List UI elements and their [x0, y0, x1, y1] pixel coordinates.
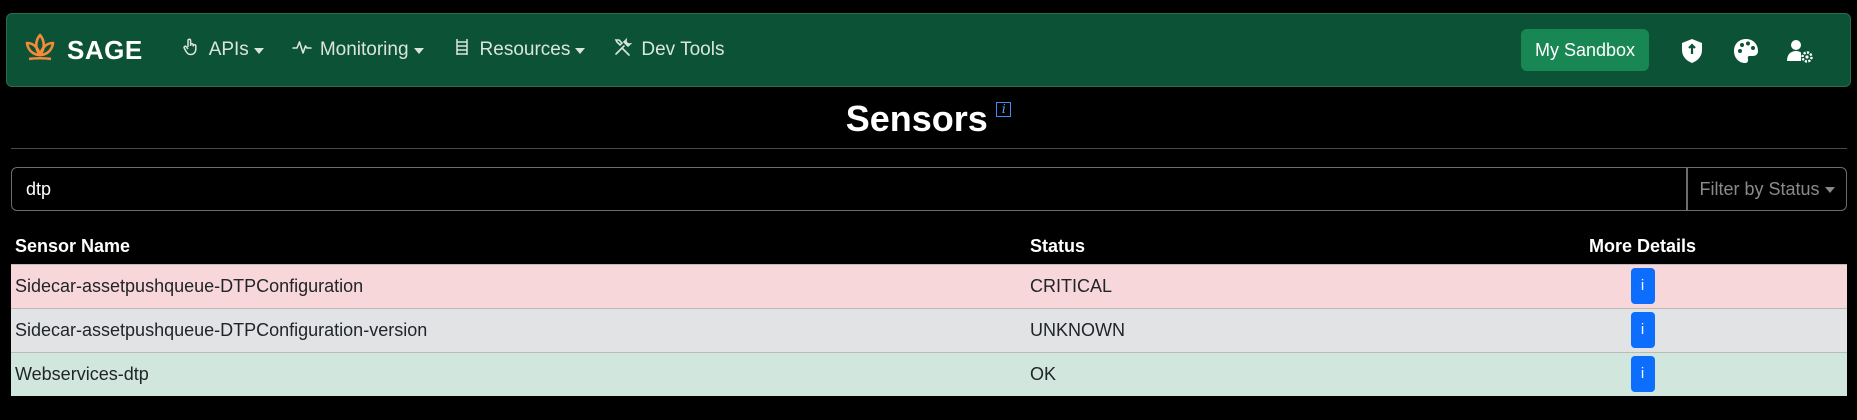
table-header-row: Sensor Name Status More Details	[11, 230, 1847, 264]
page-title: Sensors	[845, 98, 988, 139]
nav-apis-label: APIs	[208, 39, 249, 60]
sage-leaf-logo-icon	[23, 31, 57, 70]
chevron-down-icon	[1824, 187, 1835, 193]
pulse-icon	[292, 37, 320, 63]
search-input[interactable]	[11, 167, 1687, 211]
sensors-table: Sensor Name Status More Details Sidecar-…	[11, 230, 1847, 396]
sensor-name-cell: Sidecar-assetpushqueue-DTPConfiguration-…	[11, 307, 1026, 352]
column-header-sensor-name: Sensor Name	[15, 236, 131, 257]
chevron-down-icon	[413, 48, 424, 54]
nav-dev-tools-label: Dev Tools	[641, 39, 725, 60]
nav-resources[interactable]: Resources	[452, 37, 586, 63]
user-gear-icon[interactable]	[1785, 36, 1815, 66]
page-header: Sensors i	[0, 98, 1857, 140]
more-details-cell: i	[1438, 351, 1847, 396]
column-header-status: Status	[1030, 236, 1086, 257]
my-sandbox-button[interactable]: My Sandbox	[1521, 29, 1649, 71]
divider	[11, 148, 1847, 149]
nav-dev-tools[interactable]: Dev Tools	[613, 37, 724, 63]
chevron-down-icon	[575, 48, 586, 54]
table-row: Sidecar-assetpushqueue-DTPConfiguration-…	[11, 307, 1847, 352]
nav-apis[interactable]: APIs	[181, 37, 264, 63]
top-navbar: SAGE APIs Monitoring Resources Dev Tools…	[6, 13, 1851, 87]
hand-pointer-icon	[181, 37, 209, 63]
search-bar: Filter by Status	[11, 167, 1847, 211]
more-details-button[interactable]: i	[1630, 356, 1655, 393]
palette-icon[interactable]	[1731, 36, 1761, 66]
more-details-cell: i	[1438, 263, 1847, 308]
ladder-icon	[452, 37, 480, 63]
nav-monitoring[interactable]: Monitoring	[292, 37, 424, 63]
more-details-button[interactable]: i	[1630, 268, 1655, 304]
filter-by-status-dropdown[interactable]: Filter by Status	[1687, 167, 1847, 211]
column-header-more-details: More Details	[1588, 236, 1697, 257]
sensor-status-cell: UNKNOWN	[1026, 307, 1438, 352]
shield-icon[interactable]	[1677, 36, 1707, 66]
sensor-status-cell: OK	[1026, 351, 1438, 396]
nav-monitoring-label: Monitoring	[319, 39, 409, 60]
nav-resources-label: Resources	[479, 39, 571, 60]
info-icon[interactable]: i	[996, 102, 1012, 117]
filter-by-status-label: Filter by Status	[1699, 178, 1820, 199]
more-details-button[interactable]: i	[1630, 312, 1655, 348]
table-row: Webservices-dtp OK i	[11, 351, 1847, 396]
chevron-down-icon	[253, 48, 264, 54]
sensor-name-cell: Sidecar-assetpushqueue-DTPConfiguration	[11, 263, 1026, 308]
sensor-status-cell: CRITICAL	[1026, 263, 1438, 308]
sensor-name-cell: Webservices-dtp	[11, 351, 1026, 396]
brand-name: SAGE	[67, 34, 143, 65]
tools-icon	[613, 37, 641, 63]
more-details-cell: i	[1438, 307, 1847, 352]
brand-link[interactable]: SAGE	[23, 31, 143, 70]
table-row: Sidecar-assetpushqueue-DTPConfiguration …	[11, 263, 1847, 308]
